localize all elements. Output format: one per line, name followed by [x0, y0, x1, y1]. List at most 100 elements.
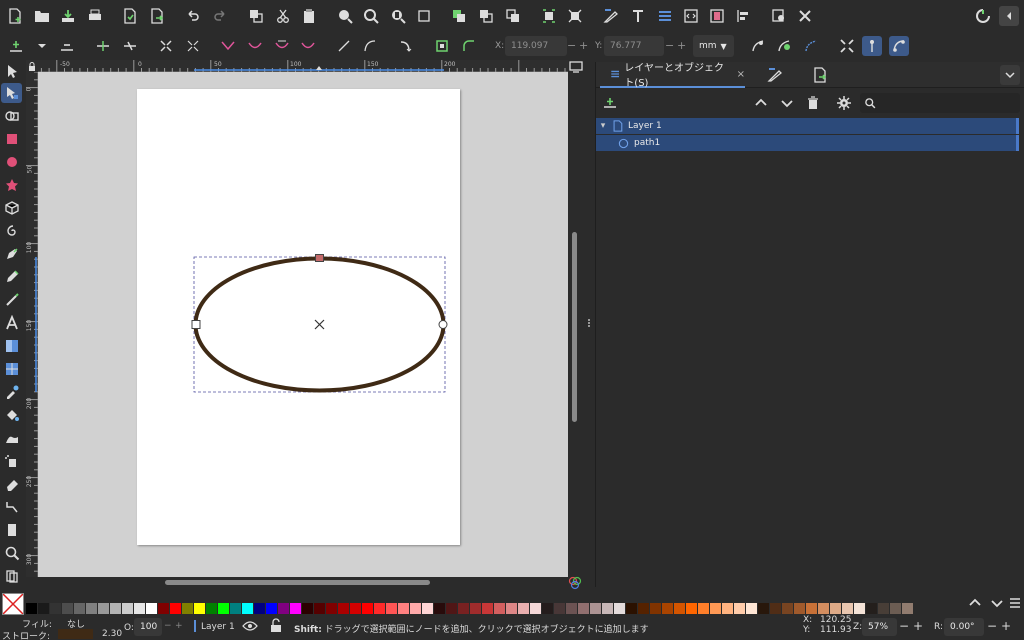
new-document-icon[interactable]: [5, 6, 25, 26]
zoom-input[interactable]: 57%: [862, 618, 897, 636]
color-swatch[interactable]: [110, 603, 121, 614]
color-swatch[interactable]: [38, 603, 49, 614]
object-to-path-icon[interactable]: [396, 36, 416, 56]
mesh-tool-icon[interactable]: [1, 359, 22, 379]
color-swatch[interactable]: [302, 603, 313, 614]
find-replace-icon[interactable]: [769, 6, 789, 26]
raise-icon[interactable]: [751, 93, 771, 113]
align-distribute-icon[interactable]: [733, 6, 753, 26]
color-swatch[interactable]: [338, 603, 349, 614]
color-swatch[interactable]: [434, 603, 445, 614]
color-swatch[interactable]: [626, 603, 637, 614]
text-tool-icon[interactable]: [1, 313, 22, 333]
color-swatch[interactable]: [26, 603, 37, 614]
y-increment-button[interactable]: +: [677, 39, 686, 52]
color-swatch[interactable]: [182, 603, 193, 614]
lower-icon[interactable]: [777, 93, 797, 113]
print-icon[interactable]: [85, 6, 105, 26]
show-handles-icon[interactable]: [748, 36, 768, 56]
tabs-menu-icon[interactable]: [1000, 65, 1020, 85]
color-swatch[interactable]: [866, 603, 877, 614]
color-swatch[interactable]: [206, 603, 217, 614]
group-icon[interactable]: [449, 6, 469, 26]
show-outline-icon[interactable]: [774, 36, 794, 56]
join-endnodes-icon[interactable]: [156, 36, 176, 56]
color-swatch[interactable]: [146, 603, 157, 614]
paste-icon[interactable]: [299, 6, 319, 26]
rectangle-tool-icon[interactable]: [1, 129, 22, 149]
zoom-fit-icon[interactable]: [414, 6, 434, 26]
color-managed-icon[interactable]: [566, 575, 584, 591]
current-layer[interactable]: Layer 1: [201, 622, 235, 632]
join-nodes-icon[interactable]: [93, 36, 113, 56]
color-swatch[interactable]: [50, 603, 61, 614]
edit-clip-icon[interactable]: [801, 36, 821, 56]
transform-icon[interactable]: [565, 6, 585, 26]
color-swatch[interactable]: [818, 603, 829, 614]
color-swatch[interactable]: [314, 603, 325, 614]
path-effect-icon[interactable]: [459, 36, 479, 56]
zoom-tool-icon[interactable]: [1, 543, 22, 563]
box3d-tool-icon[interactable]: [1, 198, 22, 218]
tab-layers-objects[interactable]: レイヤーとオブジェクト(S) ×: [600, 62, 745, 89]
pen-tool-icon[interactable]: [1, 244, 22, 264]
color-swatch[interactable]: [62, 603, 73, 614]
color-swatch[interactable]: [638, 603, 649, 614]
color-swatch[interactable]: [98, 603, 109, 614]
tab-export[interactable]: [810, 65, 830, 85]
color-swatch[interactable]: [734, 603, 745, 614]
color-swatch[interactable]: [326, 603, 337, 614]
stroke-width-value[interactable]: 2.30: [102, 629, 122, 639]
color-swatch[interactable]: [254, 603, 265, 614]
color-swatch[interactable]: [386, 603, 397, 614]
color-swatch[interactable]: [194, 603, 205, 614]
color-swatch[interactable]: [374, 603, 385, 614]
color-swatch[interactable]: [290, 603, 301, 614]
color-swatch[interactable]: [470, 603, 481, 614]
color-swatch[interactable]: [794, 603, 805, 614]
vertical-scrollbar[interactable]: [572, 232, 577, 422]
color-swatch[interactable]: [602, 603, 613, 614]
transform-handles-icon[interactable]: [837, 36, 857, 56]
shape-builder-tool-icon[interactable]: [1, 106, 22, 126]
node-handle-left[interactable]: [191, 320, 201, 329]
pencil-tool-icon[interactable]: [1, 267, 22, 287]
node-tool-icon[interactable]: [1, 83, 22, 103]
layer-lock-icon[interactable]: [268, 618, 284, 634]
color-swatch[interactable]: [398, 603, 409, 614]
add-layer-icon[interactable]: [600, 93, 620, 113]
rotate-cw-button[interactable]: +: [1001, 619, 1011, 633]
text-font-icon[interactable]: [628, 6, 648, 26]
color-swatch[interactable]: [698, 603, 709, 614]
zoom-in-button[interactable]: +: [913, 619, 923, 633]
node-auto-smooth-icon[interactable]: [298, 36, 318, 56]
align-nodes-icon[interactable]: [539, 6, 559, 26]
delete-icon[interactable]: [803, 93, 823, 113]
save-icon[interactable]: [58, 6, 78, 26]
show-path-outline-icon[interactable]: [862, 36, 882, 56]
color-swatch[interactable]: [242, 603, 253, 614]
fill-stroke-icon[interactable]: [601, 6, 621, 26]
color-swatch[interactable]: [674, 603, 685, 614]
node-smooth-icon[interactable]: [245, 36, 265, 56]
layer-visibility-icon[interactable]: [242, 618, 258, 634]
palette-scroll-down-icon[interactable]: [988, 594, 1006, 612]
x-coordinate-input[interactable]: 119.097: [505, 36, 567, 56]
color-swatch[interactable]: [446, 603, 457, 614]
clone-icon[interactable]: [503, 6, 523, 26]
zoom-page-icon[interactable]: [388, 6, 408, 26]
x-increment-button[interactable]: +: [579, 39, 588, 52]
pages-tool-icon[interactable]: [1, 520, 22, 540]
calligraphy-tool-icon[interactable]: [1, 290, 22, 310]
y-decrement-button[interactable]: −: [665, 39, 674, 52]
snap-menu-icon[interactable]: [999, 6, 1019, 26]
no-paint-swatch[interactable]: [2, 593, 24, 615]
color-swatch[interactable]: [854, 603, 865, 614]
node-cusp-icon[interactable]: [218, 36, 238, 56]
dropper-tool-icon[interactable]: [1, 382, 22, 402]
color-swatch[interactable]: [566, 603, 577, 614]
tree-row-path1[interactable]: path1: [596, 135, 1019, 151]
color-swatch[interactable]: [842, 603, 853, 614]
ellipse-tool-icon[interactable]: [1, 152, 22, 172]
palette-scroll-up-icon[interactable]: [966, 594, 984, 612]
